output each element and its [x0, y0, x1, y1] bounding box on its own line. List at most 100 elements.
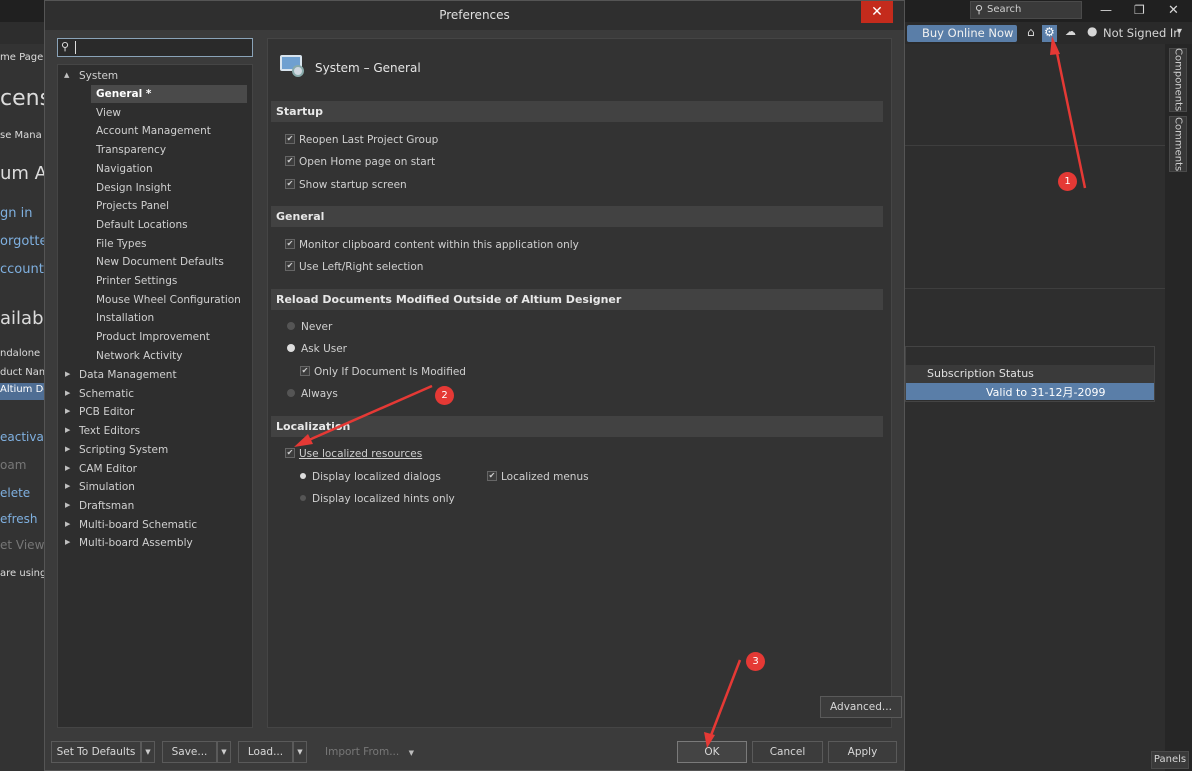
tree-item-text-editors[interactable]: Text Editors: [79, 422, 140, 440]
checkbox-box[interactable]: ✔: [487, 471, 497, 481]
radio-dot[interactable]: [287, 344, 295, 352]
radio-dot[interactable]: [300, 495, 306, 501]
checkbox-box[interactable]: ✔: [285, 448, 295, 458]
expand-arrow-icon[interactable]: ▲: [64, 71, 69, 79]
tree-item-new-document-defaults[interactable]: New Document Defaults: [91, 253, 247, 271]
save-dropdown-icon[interactable]: ▼: [217, 741, 231, 763]
tree-item-printer-settings[interactable]: Printer Settings: [91, 272, 247, 290]
reload-ask-user-radio[interactable]: Ask User: [287, 341, 347, 357]
panels-button[interactable]: Panels: [1151, 751, 1189, 769]
tree-item-view[interactable]: View: [91, 104, 247, 122]
collapsed-arrow-icon[interactable]: ▶: [65, 407, 70, 415]
minimize-icon[interactable]: —: [1100, 3, 1112, 17]
buy-online-button[interactable]: Buy Online Now: [907, 25, 1017, 42]
restore-icon[interactable]: ❐: [1134, 3, 1145, 17]
collapsed-arrow-icon[interactable]: ▶: [65, 426, 70, 434]
only-if-modified-checkbox[interactable]: ✔ Only If Document Is Modified: [300, 364, 466, 380]
reload-never-radio[interactable]: Never: [287, 319, 332, 335]
tree-item-general[interactable]: General *: [91, 85, 247, 103]
set-to-defaults-button[interactable]: Set To Defaults: [51, 741, 141, 763]
background-left-text[interactable]: efresh: [0, 512, 44, 526]
tree-item-transparency[interactable]: Transparency: [91, 141, 247, 159]
background-left-text[interactable]: ccount: [0, 262, 44, 277]
collapsed-arrow-icon[interactable]: ▶: [65, 482, 70, 490]
comments-panel-tab[interactable]: Comments: [1169, 116, 1187, 172]
apply-button[interactable]: Apply: [828, 741, 897, 763]
tree-item-mouse-wheel-configuration[interactable]: Mouse Wheel Configuration: [91, 291, 247, 309]
save-button[interactable]: Save...: [162, 741, 217, 763]
checkbox-box[interactable]: ✔: [285, 179, 295, 189]
reload-always-radio[interactable]: Always: [287, 386, 338, 402]
radio-dot[interactable]: [287, 389, 295, 397]
collapsed-arrow-icon[interactable]: ▶: [65, 389, 70, 397]
tree-item-network-activity[interactable]: Network Activity: [91, 347, 247, 365]
collapsed-arrow-icon[interactable]: ▶: [65, 538, 70, 546]
tree-item-installation[interactable]: Installation: [91, 309, 247, 327]
load-button[interactable]: Load...: [238, 741, 293, 763]
checkbox-box[interactable]: ✔: [285, 134, 295, 144]
section-localization-header: Localization: [271, 416, 883, 437]
collapsed-arrow-icon[interactable]: ▶: [65, 445, 70, 453]
background-left-text[interactable]: elete: [0, 486, 44, 500]
page-title: System – General: [315, 61, 421, 75]
collapsed-arrow-icon[interactable]: ▶: [65, 370, 70, 378]
background-left-text[interactable]: orgotte: [0, 234, 44, 249]
checkbox-box[interactable]: ✔: [285, 239, 295, 249]
tree-item-draftsman[interactable]: Draftsman: [79, 497, 134, 515]
show-startup-screen-checkbox[interactable]: ✔ Show startup screen: [285, 177, 407, 193]
subscription-table-row[interactable]: Valid to 31-12月-2099: [906, 383, 1154, 400]
tree-item-simulation[interactable]: Simulation: [79, 478, 135, 496]
tree-item-system[interactable]: System: [79, 67, 118, 85]
search-box[interactable]: ⚲ Search: [970, 1, 1082, 19]
ok-button[interactable]: OK: [677, 741, 747, 763]
tree-item-data-management[interactable]: Data Management: [79, 366, 177, 384]
dialog-close-button[interactable]: ✕: [861, 1, 893, 23]
cancel-button[interactable]: Cancel: [752, 741, 823, 763]
radio-dot[interactable]: [300, 473, 306, 479]
background-left-text[interactable]: gn in: [0, 206, 44, 221]
window-close-icon[interactable]: ✕: [1168, 3, 1179, 18]
set-defaults-dropdown-icon[interactable]: ▼: [141, 741, 155, 763]
home-icon[interactable]: ⌂: [1027, 25, 1035, 39]
tree-item-default-locations[interactable]: Default Locations: [91, 216, 247, 234]
checkbox-label: Only If Document Is Modified: [314, 366, 466, 378]
monitor-clipboard-checkbox[interactable]: ✔ Monitor clipboard content within this a…: [285, 237, 579, 253]
checkbox-box[interactable]: ✔: [285, 156, 295, 166]
cloud-icon[interactable]: ☁: [1065, 25, 1076, 38]
tree-item-schematic[interactable]: Schematic: [79, 385, 134, 403]
use-localized-resources-checkbox[interactable]: ✔ Use localized resources: [285, 446, 422, 462]
left-right-selection-checkbox[interactable]: ✔ Use Left/Right selection: [285, 259, 423, 275]
tree-item-multi-board-schematic[interactable]: Multi-board Schematic: [79, 516, 197, 534]
tree-item-file-types[interactable]: File Types: [91, 235, 247, 253]
localized-menus-checkbox[interactable]: ✔ Localized menus: [487, 469, 589, 485]
background-left-text[interactable]: eactivat: [0, 430, 44, 444]
collapsed-arrow-icon[interactable]: ▶: [65, 464, 70, 472]
tree-search-input[interactable]: ⚲: [57, 38, 253, 57]
tree-item-account-management[interactable]: Account Management: [91, 122, 247, 140]
tree-item-navigation[interactable]: Navigation: [91, 160, 247, 178]
signin-label[interactable]: Not Signed In: [1103, 26, 1181, 40]
tree-item-pcb-editor[interactable]: PCB Editor: [79, 403, 134, 421]
checkbox-box[interactable]: ✔: [300, 366, 310, 376]
load-dropdown-icon[interactable]: ▼: [293, 741, 307, 763]
advanced-button[interactable]: Advanced...: [820, 696, 902, 718]
tree-item-design-insight[interactable]: Design Insight: [91, 179, 247, 197]
radio-dot[interactable]: [287, 322, 295, 330]
collapsed-arrow-icon[interactable]: ▶: [65, 520, 70, 528]
tree-item-cam-editor[interactable]: CAM Editor: [79, 460, 137, 478]
user-icon: ●: [1087, 24, 1098, 38]
open-home-page-checkbox[interactable]: ✔ Open Home page on start: [285, 154, 435, 170]
tree-item-multi-board-assembly[interactable]: Multi-board Assembly: [79, 534, 193, 552]
settings-gear-button[interactable]: ⚙: [1042, 25, 1057, 42]
display-localized-dialogs-radio[interactable]: Display localized dialogs: [300, 469, 441, 485]
tree-item-scripting-system[interactable]: Scripting System: [79, 441, 168, 459]
tree-item-product-improvement[interactable]: Product Improvement: [91, 328, 247, 346]
import-from-button[interactable]: Import From... ▼: [325, 746, 414, 758]
collapsed-arrow-icon[interactable]: ▶: [65, 501, 70, 509]
display-localized-hints-radio[interactable]: Display localized hints only: [300, 491, 455, 507]
checkbox-box[interactable]: ✔: [285, 261, 295, 271]
signin-dropdown-icon[interactable]: ▾: [1177, 26, 1182, 37]
components-panel-tab[interactable]: Components: [1169, 48, 1187, 112]
tree-item-projects-panel[interactable]: Projects Panel: [91, 197, 247, 215]
reopen-last-project-checkbox[interactable]: ✔ Reopen Last Project Group: [285, 132, 438, 148]
